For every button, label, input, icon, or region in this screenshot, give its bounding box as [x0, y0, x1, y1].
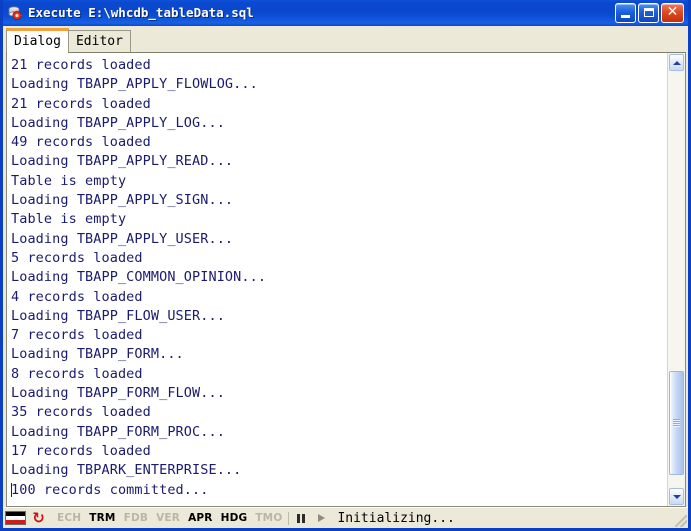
status-indicator-hdg[interactable]: HDG	[217, 512, 252, 524]
title-bar[interactable]: Execute E:\whcdb_tableData.sql ✕	[3, 0, 688, 26]
log-line: Loading TBAPP_FORM_PROC...	[11, 423, 667, 442]
status-indicator-ver[interactable]: VER	[152, 512, 184, 524]
log-line-text: Loading TBAPP_COMMON_OPINION...	[11, 269, 267, 286]
status-indicator-ech[interactable]: ECH	[53, 512, 85, 524]
log-line-text: 5 records loaded	[11, 249, 143, 266]
close-button[interactable]: ✕	[661, 3, 684, 23]
status-indicator-tmo[interactable]: TMO	[251, 512, 286, 524]
country-flag-icon	[5, 511, 26, 525]
window-controls: ✕	[615, 3, 686, 23]
status-message: Initializing...	[337, 510, 455, 526]
log-line: Loading TBAPP_FORM...	[11, 345, 667, 364]
tab-dialog[interactable]: Dialog	[6, 28, 69, 53]
log-line: Loading TBAPP_FORM_FLOW...	[11, 384, 667, 403]
log-line: 21 records loaded	[11, 56, 667, 75]
pause-icon[interactable]	[294, 511, 308, 526]
log-line: Loading TBAPP_COMMON_OPINION...	[11, 268, 667, 287]
log-line: Table is empty	[11, 172, 667, 191]
tab-editor-label: Editor	[75, 34, 123, 49]
log-line-text: Loading TBAPP_APPLY_READ...	[11, 153, 234, 170]
text-caret	[11, 482, 12, 497]
log-line-text: Loading TBAPP_APPLY_SIGN...	[11, 192, 234, 209]
database-execute-icon	[7, 5, 23, 21]
log-line: Loading TBAPP_APPLY_SIGN...	[11, 191, 667, 210]
log-line: 4 records loaded	[11, 288, 667, 307]
tab-dialog-label: Dialog	[14, 34, 61, 49]
log-line-text: Loading TBAPP_FORM_FLOW...	[11, 385, 225, 402]
log-line-text: 21 records loaded	[11, 95, 151, 112]
log-line-text: 7 records loaded	[11, 327, 143, 344]
log-line: Table is empty	[11, 210, 667, 229]
vertical-scrollbar[interactable]	[667, 53, 685, 506]
execute-sql-window: Execute E:\whcdb_tableData.sql ✕ Dialog	[0, 0, 691, 531]
log-line: Loading TBAPP_APPLY_READ...	[11, 152, 667, 171]
log-line-text: 100 records committed...	[11, 481, 209, 498]
dialog-output-panel: 21 records loaded Loading TBAPP_APPLY_FLO…	[6, 52, 686, 507]
log-line: 49 records loaded	[11, 133, 667, 152]
log-line-text: 35 records loaded	[11, 404, 151, 421]
window-title: Execute E:\whcdb_tableData.sql	[28, 5, 254, 20]
minimize-icon	[621, 15, 630, 18]
log-line: Loading TBAPP_FLOW_USER...	[11, 307, 667, 326]
log-line-text: 8 records loaded	[11, 365, 143, 382]
application-window-root: Execute E:\whcdb_tableData.sql ✕ Dialog	[0, 0, 691, 531]
log-line-text: Loading TBAPP_APPLY_FLOWLOG...	[11, 76, 258, 93]
scroll-up-button[interactable]	[669, 54, 684, 71]
log-line-text: Loading TBAPP_FLOW_USER...	[11, 307, 225, 324]
log-line-text: 4 records loaded	[11, 288, 143, 305]
status-indicator-trm[interactable]: TRM	[85, 512, 119, 524]
log-line-text: Loading TBAPP_APPLY_LOG...	[11, 114, 225, 131]
log-line: 21 records loaded	[11, 95, 667, 114]
log-line: Loading TBPARK_ENTERPRISE...	[11, 461, 667, 480]
log-line-text: Loading TBPARK_ENTERPRISE...	[11, 462, 242, 479]
scrollbar-grip-icon	[673, 418, 680, 427]
chevron-up-icon	[672, 60, 681, 65]
maximize-icon	[644, 8, 654, 17]
log-line-text: 17 records loaded	[11, 442, 151, 459]
log-line-text: Table is empty	[11, 211, 127, 228]
status-indicator-apr[interactable]: APR	[184, 512, 217, 524]
log-line: 100 records committed...	[11, 481, 667, 500]
log-line: 7 records loaded	[11, 326, 667, 345]
status-bar: ↻ ECH TRM FDB VER APR HDG TMO Initializi…	[3, 507, 688, 528]
chevron-down-icon	[672, 494, 681, 499]
scroll-down-button[interactable]	[669, 488, 684, 505]
client-area: Dialog Editor 21 records loaded Loading T…	[3, 26, 688, 528]
resize-grip-icon[interactable]	[675, 515, 687, 527]
log-line: Loading TBAPP_APPLY_FLOWLOG...	[11, 75, 667, 94]
status-divider	[288, 511, 290, 525]
refresh-icon[interactable]: ↻	[31, 510, 46, 526]
log-line: 5 records loaded	[11, 249, 667, 268]
scrollbar-thumb[interactable]	[669, 370, 684, 475]
log-line-text: Loading TBAPP_APPLY_USER...	[11, 230, 234, 247]
minimize-button[interactable]	[615, 3, 636, 23]
log-line-text: Loading TBAPP_FORM...	[11, 346, 184, 363]
log-line: 35 records loaded	[11, 403, 667, 422]
log-line: Loading TBAPP_APPLY_USER...	[11, 230, 667, 249]
maximize-button[interactable]	[638, 3, 659, 23]
tab-strip: Dialog Editor	[3, 26, 688, 53]
close-icon: ✕	[666, 4, 679, 20]
tab-editor[interactable]: Editor	[67, 30, 131, 52]
log-line-text: Table is empty	[11, 172, 127, 189]
log-line-text: 49 records loaded	[11, 134, 151, 151]
play-icon[interactable]	[314, 511, 328, 526]
log-output-text[interactable]: 21 records loaded Loading TBAPP_APPLY_FLO…	[7, 53, 667, 506]
log-line: Loading TBAPP_APPLY_LOG...	[11, 114, 667, 133]
log-line: 8 records loaded	[11, 365, 667, 384]
log-line-text: 21 records loaded	[11, 57, 151, 73]
scrollbar-track[interactable]	[668, 72, 685, 487]
log-line-text: Loading TBAPP_FORM_PROC...	[11, 423, 225, 440]
status-indicator-fdb[interactable]: FDB	[120, 512, 153, 524]
log-line: 17 records loaded	[11, 442, 667, 461]
